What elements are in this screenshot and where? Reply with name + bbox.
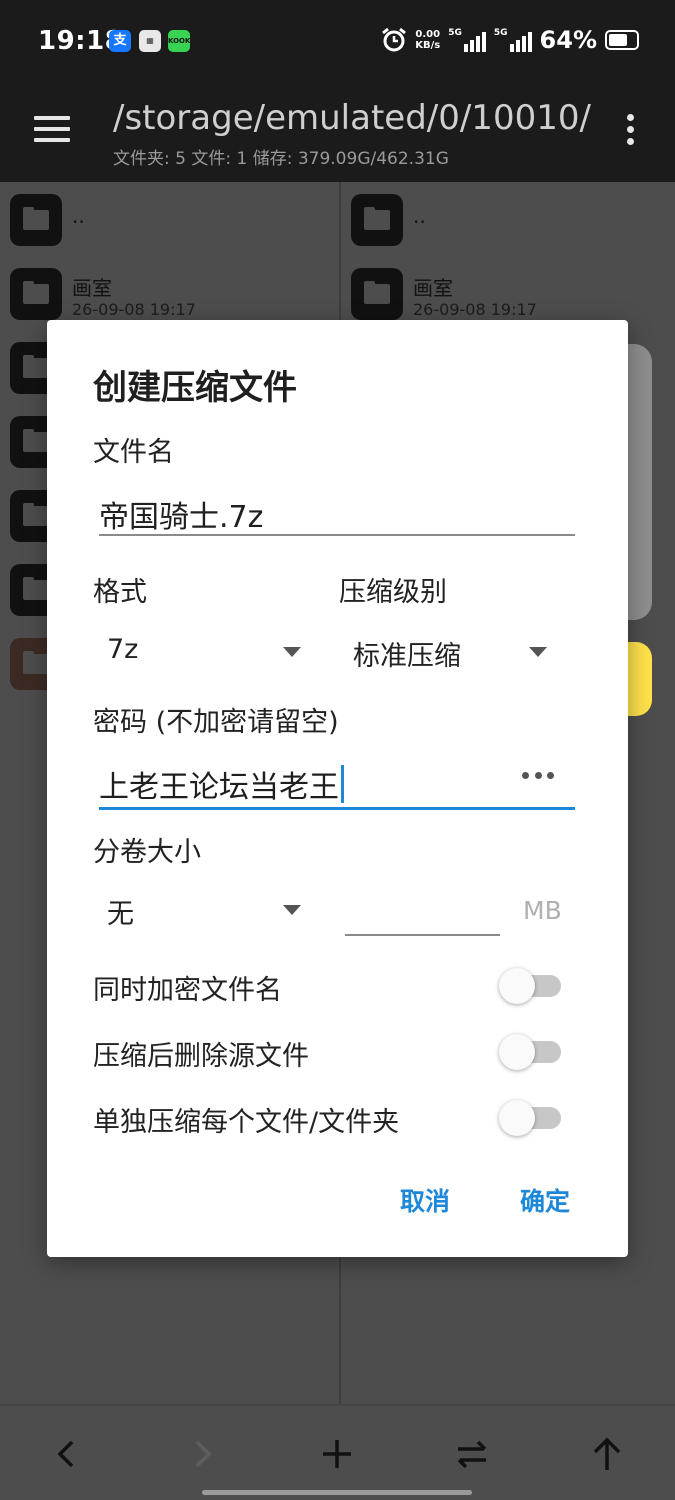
alipay-notification-icon: 支 [109, 30, 131, 52]
format-select[interactable]: 7z [93, 634, 307, 674]
home-indicator[interactable] [202, 1490, 472, 1495]
ok-button[interactable]: 确定 [520, 1182, 570, 1218]
create-archive-dialog: 创建压缩文件 文件名 帝国骑士.7z 格式 压缩级别 7z 标准压缩 密码 (不… [47, 320, 628, 1257]
menu-icon[interactable] [34, 116, 70, 144]
volume-size-label: 分卷大小 [93, 837, 201, 868]
battery-icon [605, 30, 639, 50]
dropdown-arrow-icon [283, 647, 301, 657]
current-path: /storage/emulated/0/10010/ [113, 98, 591, 138]
volume-unit: MB [523, 896, 562, 925]
list-item[interactable]: 画室 26-09-08 19:17 [10, 268, 330, 324]
password-visibility-icon[interactable] [522, 772, 554, 782]
status-bar: 19:18 支 ▦ KOOK 0.00 KB/s 5G 5G 64% [0, 0, 675, 84]
encrypt-filenames-label: 同时加密文件名 [93, 975, 282, 1006]
text-caret [341, 765, 344, 803]
separate-archives-switch[interactable] [499, 1096, 563, 1136]
more-options-icon[interactable] [623, 114, 637, 150]
list-item[interactable]: .. [10, 194, 330, 250]
signal-icon-2: 5G [494, 28, 532, 52]
folder-icon [351, 268, 403, 320]
list-item[interactable]: .. [351, 194, 671, 250]
volume-size-input[interactable] [345, 892, 500, 936]
bottom-navigation [0, 1404, 675, 1500]
filename-label: 文件名 [93, 437, 174, 468]
folder-icon [10, 268, 62, 320]
password-field[interactable]: 上老王论坛当老王 [99, 758, 575, 810]
up-icon[interactable] [585, 1432, 629, 1476]
back-icon[interactable] [45, 1432, 89, 1476]
compression-level-label: 压缩级别 [339, 577, 447, 608]
app-notification-icon: ▦ [139, 30, 161, 52]
battery-percent: 64% [539, 26, 597, 54]
cancel-button[interactable]: 取消 [400, 1182, 450, 1218]
dialog-title: 创建压缩文件 [93, 368, 297, 408]
filename-field[interactable]: 帝国骑士.7z [99, 492, 575, 536]
signal-icon: 5G [448, 28, 486, 52]
forward-icon[interactable] [180, 1432, 224, 1476]
dropdown-arrow-icon [529, 647, 547, 657]
kook-notification-icon: KOOK [168, 30, 190, 52]
swap-icon[interactable] [450, 1432, 494, 1476]
password-label: 密码 (不加密请留空) [93, 707, 339, 738]
dropdown-arrow-icon [283, 905, 301, 915]
app-toolbar: /storage/emulated/0/10010/ 文件夹: 5 文件: 1 … [0, 84, 675, 182]
delete-source-switch[interactable] [499, 1030, 563, 1070]
compression-level-select[interactable]: 标准压缩 [339, 634, 559, 674]
volume-size-select[interactable]: 无 [93, 892, 307, 932]
add-icon[interactable] [315, 1432, 359, 1476]
list-item[interactable]: 画室 26-09-08 19:17 [351, 268, 671, 324]
folder-icon [351, 194, 403, 246]
net-speed: 0.00 KB/s [415, 29, 441, 51]
folder-icon [10, 194, 62, 246]
format-label: 格式 [93, 577, 147, 608]
encrypt-filenames-switch[interactable] [499, 964, 563, 1004]
alarm-icon [382, 27, 407, 52]
storage-summary: 文件夹: 5 文件: 1 储存: 379.09G/462.31G [113, 149, 449, 169]
delete-source-label: 压缩后删除源文件 [93, 1041, 309, 1072]
separate-archives-label: 单独压缩每个文件/文件夹 [93, 1107, 400, 1138]
